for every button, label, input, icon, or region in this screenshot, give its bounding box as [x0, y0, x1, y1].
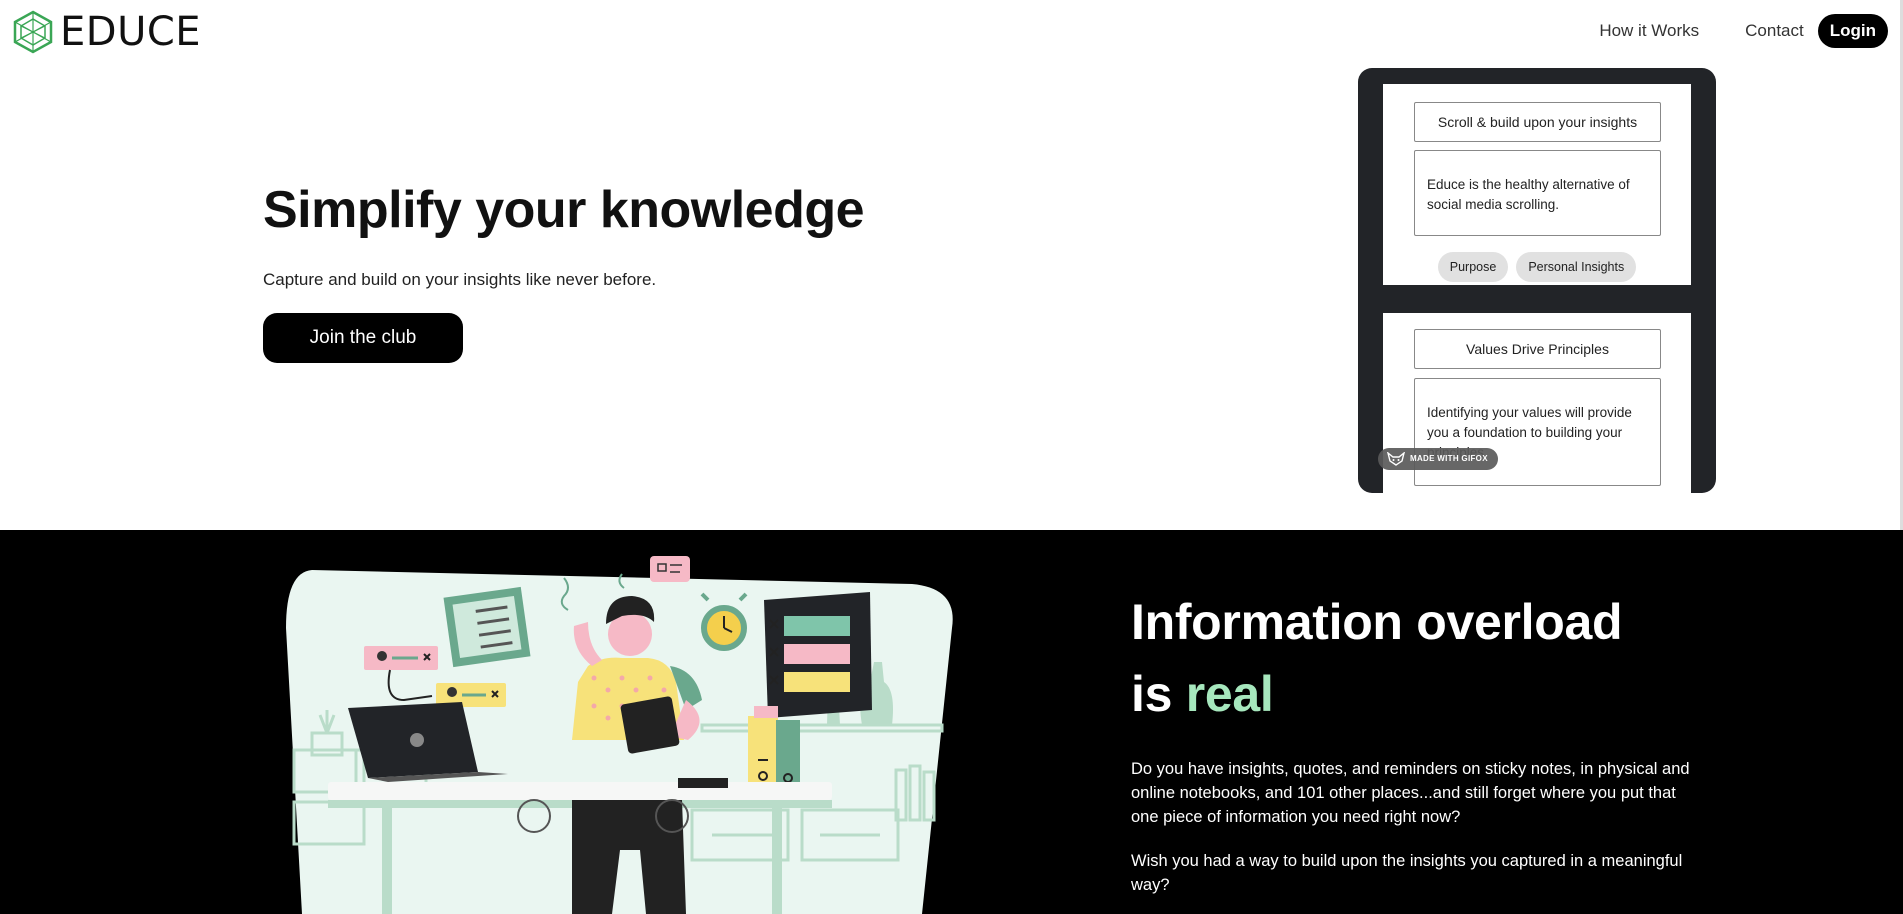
nav-link-contact[interactable]: Contact	[1745, 15, 1804, 47]
overload-paragraph-1: Do you have insights, quotes, and remind…	[1131, 760, 1690, 826]
educe-logo-icon	[13, 10, 53, 54]
logo-text: EDUCE	[60, 9, 202, 55]
top-nav: EDUCE How it Works Contact Login	[0, 0, 1903, 62]
overload-paragraph-2: Wish you had a way to build upon the ins…	[1131, 852, 1683, 894]
tag-purpose[interactable]: Purpose	[1437, 252, 1509, 282]
tag-personal-insights[interactable]: Personal Insights	[1516, 252, 1637, 282]
overwhelmed-person-illustration	[286, 556, 953, 914]
phone-mockup: Scroll & build upon your insights Educe …	[1358, 68, 1716, 493]
gifox-badge: MADE WITH GIFOX	[1378, 448, 1498, 470]
insight-card-title: Scroll & build upon your insights	[1414, 102, 1661, 142]
insight-card: Scroll & build upon your insights Educe …	[1383, 84, 1691, 285]
overload-title-line1: Information overload	[1131, 594, 1623, 650]
nav-links: How it Works Contact Login	[1599, 14, 1888, 48]
gifox-fox-icon	[1387, 452, 1405, 466]
join-club-button[interactable]: Join the club	[263, 313, 463, 363]
overload-title-accent: real	[1185, 666, 1274, 722]
nav-link-how-it-works[interactable]: How it Works	[1599, 15, 1699, 47]
overload-title: Information overload is real	[1131, 586, 1623, 730]
tag-list: Purpose Personal Insights	[1383, 252, 1691, 282]
login-button[interactable]: Login	[1817, 14, 1888, 48]
overload-title-is: is	[1131, 666, 1186, 722]
insight-card-body: Educe is the healthy alternative of soci…	[1414, 150, 1661, 236]
insight-card-title: Values Drive Principles	[1414, 329, 1661, 369]
logo[interactable]: EDUCE	[12, 10, 201, 54]
hero-subtitle: Capture and build on your insights like …	[263, 270, 657, 289]
hero-title: Simplify your knowledge	[263, 181, 865, 239]
gifox-badge-label: MADE WITH GIFOX	[1410, 454, 1488, 463]
